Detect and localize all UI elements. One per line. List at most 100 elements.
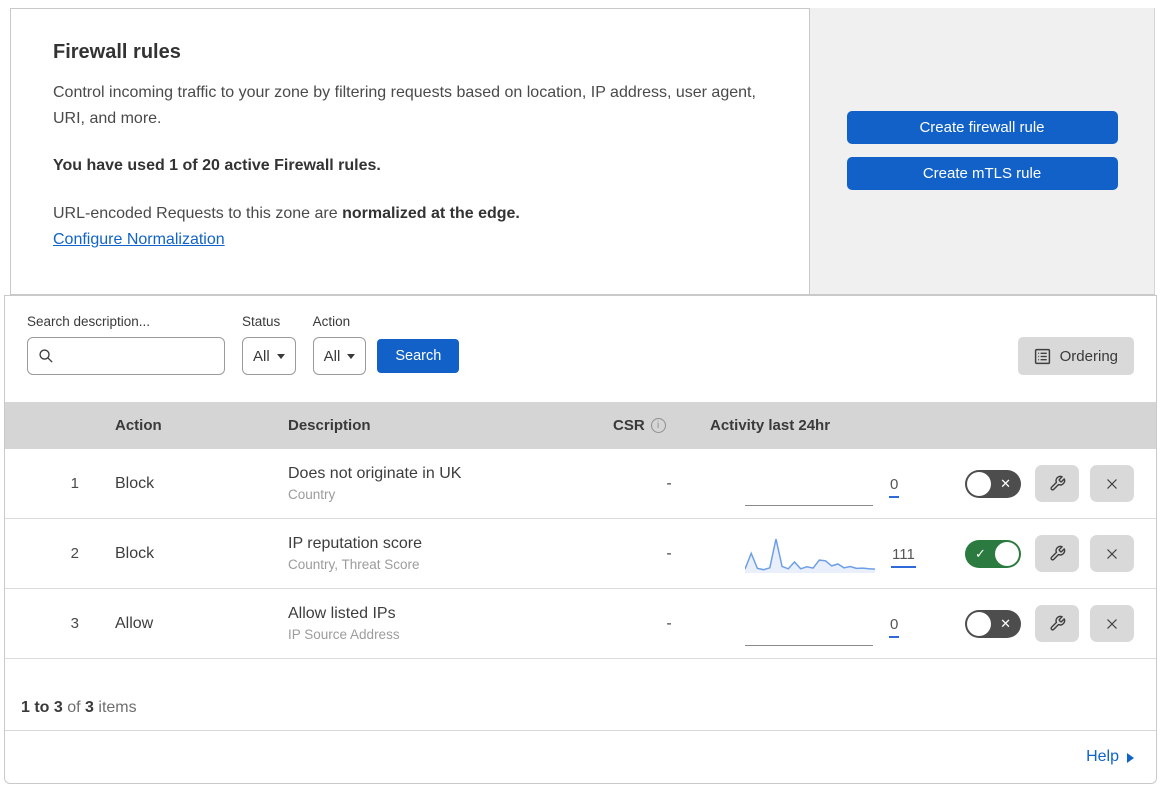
delete-rule-button[interactable] — [1090, 535, 1134, 572]
search-icon — [39, 349, 53, 363]
toggle-knob — [967, 611, 991, 636]
normalization-statement: URL-encoded Requests to this zone are no… — [53, 202, 767, 227]
rule-action: Block — [115, 544, 155, 562]
rule-priority: 1 — [70, 475, 79, 492]
page-description: Control incoming traffic to your zone by… — [53, 84, 756, 127]
action-label: Action — [312, 314, 351, 329]
activity-column-header: Activity last 24hr — [710, 417, 831, 434]
pagination-summary: 1 to 3 of 3 items — [5, 659, 1156, 731]
items-total: 3 — [85, 699, 94, 716]
search-box[interactable] — [27, 337, 225, 375]
rule-priority: 3 — [70, 615, 79, 632]
edit-rule-button[interactable] — [1035, 605, 1079, 642]
wrench-icon — [1049, 475, 1065, 491]
rule-description: Allow listed IPs IP Source Address — [268, 605, 598, 642]
rule-csr-value: - — [666, 544, 672, 562]
normalization-prefix: URL-encoded Requests to this zone are — [53, 205, 343, 223]
action-select[interactable]: All — [312, 337, 367, 375]
chevron-down-icon — [276, 353, 285, 359]
toggle-x-icon: ✕ — [1000, 615, 1011, 631]
edit-rule-button[interactable] — [1035, 465, 1079, 502]
create-mtls-rule-button[interactable]: Create mTLS rule — [846, 157, 1118, 190]
rule-fields: Country, Threat Score — [288, 557, 420, 572]
rules-table: Action Description CSR i Activity last 2… — [5, 402, 1156, 659]
csr-header-label: CSR — [613, 417, 645, 434]
actions-panel: Create firewall rule Create mTLS rule — [810, 8, 1155, 295]
wrench-icon — [1049, 615, 1065, 631]
items-range: 1 to 3 — [21, 699, 63, 716]
usage-statement: You have used 1 of 20 active Firewall ru… — [53, 157, 381, 175]
normalization-bold: normalized at the edge. — [342, 205, 520, 223]
filter-bar: Search description... Status All Action … — [5, 296, 1156, 375]
list-ordering-icon — [1034, 348, 1050, 364]
toggle-knob — [995, 541, 1019, 566]
activity-count-link[interactable]: 0 — [889, 476, 900, 498]
delete-rule-button[interactable] — [1090, 605, 1134, 642]
status-filter-group: Status All — [242, 314, 296, 375]
activity-flat-line — [745, 602, 873, 646]
toggle-x-icon: ✕ — [1000, 475, 1011, 491]
rule-description: IP reputation score Country, Threat Scor… — [268, 535, 598, 572]
status-selected-value: All — [253, 347, 270, 365]
delete-rule-button[interactable] — [1090, 465, 1134, 502]
items-label: items — [93, 699, 137, 716]
activity-count-link[interactable]: 0 — [889, 616, 900, 638]
rule-enabled-toggle[interactable]: ✓ ✕ — [965, 539, 1021, 568]
rules-list-card: Search description... Status All Action … — [4, 295, 1157, 784]
table-row: 3 Allow Allow listed IPs IP Source Addre… — [5, 589, 1156, 659]
close-icon — [1107, 548, 1117, 559]
rule-description-title: Does not originate in UK — [288, 465, 462, 482]
rule-description: Does not originate in UK Country — [268, 465, 598, 502]
rule-fields: Country — [288, 487, 336, 502]
action-selected-value: All — [323, 347, 341, 365]
help-arrow-icon — [1127, 753, 1134, 763]
create-firewall-rule-button[interactable]: Create firewall rule — [846, 111, 1118, 144]
rule-csr-value: - — [666, 474, 672, 492]
rule-controls: ✓ ✕ — [940, 535, 1156, 572]
rule-description-title: Allow listed IPs — [288, 605, 396, 622]
toggle-check-icon: ✓ — [975, 545, 986, 561]
csr-column-header: CSR i — [598, 417, 700, 434]
rule-csr-value: - — [666, 614, 672, 632]
close-icon — [1107, 618, 1117, 629]
rule-action: Block — [115, 474, 155, 492]
wrench-icon — [1049, 545, 1065, 561]
help-footer: Help — [5, 731, 1156, 783]
status-select[interactable]: All — [242, 337, 296, 375]
activity-count-link[interactable]: 111 — [891, 546, 916, 568]
description-column-header: Description — [288, 417, 371, 434]
rule-activity-cell: 0 — [700, 602, 940, 646]
activity-flat-line — [745, 462, 873, 506]
items-of-text: of — [62, 699, 86, 716]
rule-description-title: IP reputation score — [288, 535, 423, 552]
edit-rule-button[interactable] — [1035, 535, 1079, 572]
rule-priority: 2 — [70, 545, 79, 562]
close-icon — [1107, 478, 1117, 489]
rule-controls: ✓ ✕ — [940, 605, 1156, 642]
status-label: Status — [242, 314, 281, 329]
rule-action: Allow — [115, 614, 154, 632]
help-link[interactable]: Help — [1086, 748, 1119, 766]
ordering-button[interactable]: Ordering — [1017, 337, 1134, 375]
search-label: Search description... — [27, 314, 151, 329]
page-title: Firewall rules — [53, 41, 181, 63]
rule-activity-cell: 111 — [700, 534, 940, 574]
info-icon[interactable]: i — [650, 418, 666, 433]
rule-activity-cell: 0 — [700, 462, 940, 506]
rule-enabled-toggle[interactable]: ✓ ✕ — [965, 469, 1021, 498]
search-button[interactable]: Search — [377, 339, 460, 373]
intro-card: Firewall rules Control incoming traffic … — [10, 8, 810, 295]
action-column-header: Action — [115, 417, 162, 434]
configure-normalization-link[interactable]: Configure Normalization — [53, 231, 225, 249]
firewall-rules-page: Firewall rules Control incoming traffic … — [0, 0, 1161, 791]
table-row: 2 Block IP reputation score Country, Thr… — [5, 519, 1156, 589]
rule-enabled-toggle[interactable]: ✓ ✕ — [965, 609, 1021, 638]
search-input[interactable] — [62, 348, 214, 364]
table-row: 1 Block Does not originate in UK Country… — [5, 449, 1156, 519]
toggle-knob — [967, 471, 991, 496]
rule-controls: ✓ ✕ — [940, 465, 1156, 502]
rule-fields: IP Source Address — [288, 627, 400, 642]
search-field-group: Search description... — [27, 314, 225, 375]
activity-sparkline — [745, 538, 875, 573]
ordering-button-label: Ordering — [1059, 347, 1118, 365]
